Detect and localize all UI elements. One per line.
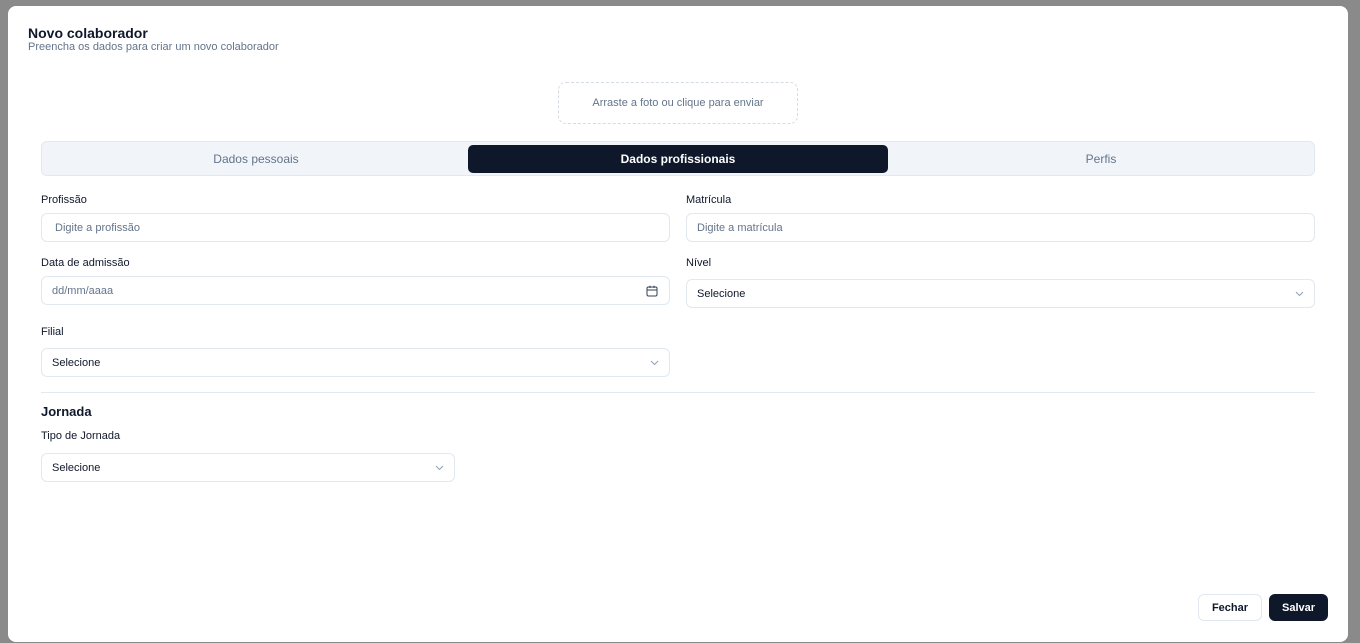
section-divider	[41, 392, 1315, 393]
save-button[interactable]: Salvar	[1269, 594, 1328, 621]
profissao-placeholder: Digite a profissão	[55, 221, 140, 234]
calendar-icon[interactable]	[645, 284, 659, 298]
profissao-input[interactable]: Digite a profissão	[41, 213, 670, 242]
tab-dados-profissionais[interactable]: Dados profissionais	[468, 145, 888, 173]
data-admissao-placeholder: dd/mm/aaaa	[52, 284, 114, 297]
profissao-label: Profissão	[41, 194, 87, 206]
chevron-down-icon	[649, 358, 659, 368]
filial-value: Selecione	[52, 356, 101, 369]
matricula-label: Matrícula	[686, 194, 732, 206]
tipo-jornada-select[interactable]: Selecione	[41, 453, 455, 482]
chevron-down-icon	[1294, 289, 1304, 299]
filial-label: Filial	[41, 326, 64, 338]
close-button[interactable]: Fechar	[1198, 594, 1262, 621]
chevron-down-icon	[434, 463, 444, 473]
dialog-title: Novo colaborador	[28, 25, 148, 41]
matricula-placeholder: Digite a matrícula	[697, 221, 783, 234]
dialog-subtitle: Preencha os dados para criar um novo col…	[28, 41, 279, 53]
filial-select[interactable]: Selecione	[41, 348, 670, 377]
tab-dados-pessoais[interactable]: Dados pessoais	[45, 145, 467, 173]
photo-upload-label: Arraste a foto ou clique para enviar	[592, 97, 764, 109]
matricula-input[interactable]: Digite a matrícula	[686, 213, 1315, 242]
new-employee-dialog: Novo colaborador Preencha os dados para …	[8, 6, 1348, 642]
tipo-jornada-value: Selecione	[52, 461, 101, 474]
photo-upload-dropzone[interactable]: Arraste a foto ou clique para enviar	[558, 82, 798, 124]
nivel-value: Selecione	[697, 287, 746, 300]
tipo-jornada-label: Tipo de Jornada	[41, 430, 121, 442]
jornada-section-title: Jornada	[41, 404, 92, 419]
tab-perfis[interactable]: Perfis	[890, 145, 1312, 173]
data-admissao-input[interactable]: dd/mm/aaaa	[41, 276, 670, 305]
nivel-select[interactable]: Selecione	[686, 279, 1315, 308]
tab-list: Dados pessoais Dados profissionais Perfi…	[41, 141, 1315, 176]
nivel-label: Nível	[686, 257, 712, 269]
data-admissao-label: Data de admissão	[41, 257, 130, 269]
